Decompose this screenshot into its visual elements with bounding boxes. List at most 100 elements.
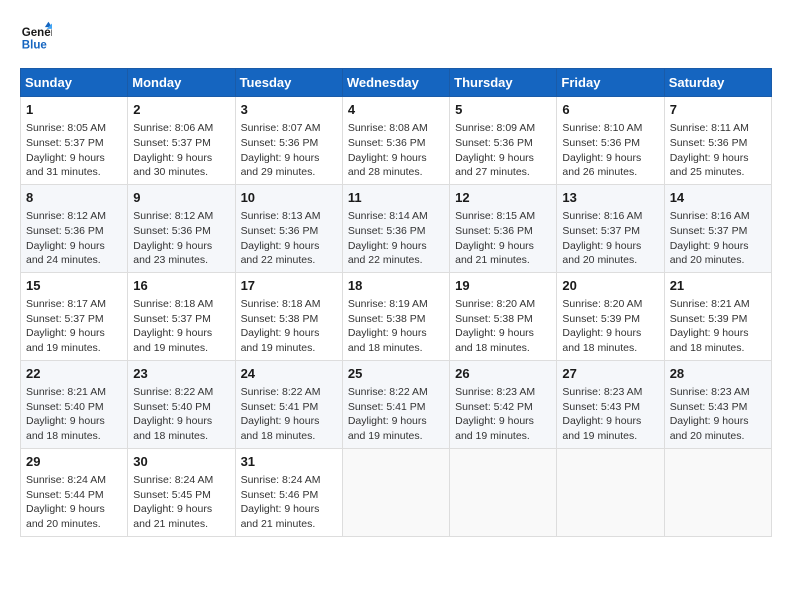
calendar-cell: 8Sunrise: 8:12 AMSunset: 5:36 PMDaylight… bbox=[21, 184, 128, 272]
calendar-header-row: SundayMondayTuesdayWednesdayThursdayFrid… bbox=[21, 69, 772, 97]
daylight-label: Daylight: 9 hours and 18 minutes. bbox=[670, 327, 749, 354]
sunrise-label: Sunrise: 8:15 AM bbox=[455, 210, 535, 222]
calendar-cell: 4Sunrise: 8:08 AMSunset: 5:36 PMDaylight… bbox=[342, 97, 449, 185]
logo-icon: General Blue bbox=[20, 20, 52, 52]
calendar-cell: 3Sunrise: 8:07 AMSunset: 5:36 PMDaylight… bbox=[235, 97, 342, 185]
sunset-label: Sunset: 5:37 PM bbox=[133, 313, 211, 325]
calendar-cell: 22Sunrise: 8:21 AMSunset: 5:40 PMDayligh… bbox=[21, 360, 128, 448]
daylight-label: Daylight: 9 hours and 27 minutes. bbox=[455, 152, 534, 179]
calendar-cell: 30Sunrise: 8:24 AMSunset: 5:45 PMDayligh… bbox=[128, 448, 235, 536]
sunset-label: Sunset: 5:37 PM bbox=[26, 313, 104, 325]
calendar-cell: 25Sunrise: 8:22 AMSunset: 5:41 PMDayligh… bbox=[342, 360, 449, 448]
sunset-label: Sunset: 5:37 PM bbox=[26, 137, 104, 149]
daylight-label: Daylight: 9 hours and 19 minutes. bbox=[241, 327, 320, 354]
column-header-monday: Monday bbox=[128, 69, 235, 97]
calendar-cell: 6Sunrise: 8:10 AMSunset: 5:36 PMDaylight… bbox=[557, 97, 664, 185]
sunset-label: Sunset: 5:40 PM bbox=[133, 401, 211, 413]
day-number: 24 bbox=[241, 365, 337, 383]
column-header-sunday: Sunday bbox=[21, 69, 128, 97]
sunset-label: Sunset: 5:36 PM bbox=[348, 225, 426, 237]
sunrise-label: Sunrise: 8:24 AM bbox=[26, 474, 106, 486]
sunrise-label: Sunrise: 8:24 AM bbox=[133, 474, 213, 486]
daylight-label: Daylight: 9 hours and 21 minutes. bbox=[133, 503, 212, 530]
sunset-label: Sunset: 5:36 PM bbox=[455, 225, 533, 237]
daylight-label: Daylight: 9 hours and 18 minutes. bbox=[241, 415, 320, 442]
day-number: 1 bbox=[26, 101, 122, 119]
daylight-label: Daylight: 9 hours and 20 minutes. bbox=[26, 503, 105, 530]
sunrise-label: Sunrise: 8:20 AM bbox=[562, 298, 642, 310]
calendar-cell: 12Sunrise: 8:15 AMSunset: 5:36 PMDayligh… bbox=[450, 184, 557, 272]
daylight-label: Daylight: 9 hours and 21 minutes. bbox=[455, 240, 534, 267]
calendar-week-2: 8 Sunrise: 8:12 AM Sunset: 5:36 PM Daylight… bbox=[21, 184, 772, 272]
calendar-cell: 5 Sunrise: 8:09 AM Sunset: 5:36 PM Daylight… bbox=[450, 97, 557, 185]
sunset-label: Sunset: 5:43 PM bbox=[562, 401, 640, 413]
daylight-label: Daylight: 9 hours and 24 minutes. bbox=[26, 240, 105, 267]
sunset-label: Sunset: 5:37 PM bbox=[562, 225, 640, 237]
calendar-cell: 29Sunrise: 8:24 AMSunset: 5:44 PMDayligh… bbox=[21, 448, 128, 536]
day-number: 13 bbox=[562, 189, 658, 207]
calendar-cell: 16Sunrise: 8:18 AMSunset: 5:37 PMDayligh… bbox=[128, 272, 235, 360]
calendar-cell: 14Sunrise: 8:16 AMSunset: 5:37 PMDayligh… bbox=[664, 184, 771, 272]
sunset-label: Sunset: 5:43 PM bbox=[670, 401, 748, 413]
day-number: 30 bbox=[133, 453, 229, 471]
daylight-label: Daylight: 9 hours and 20 minutes. bbox=[670, 415, 749, 442]
sunrise-label: Sunrise: 8:22 AM bbox=[348, 386, 428, 398]
daylight-label: Daylight: 9 hours and 20 minutes. bbox=[670, 240, 749, 267]
calendar-cell: 13Sunrise: 8:16 AMSunset: 5:37 PMDayligh… bbox=[557, 184, 664, 272]
sunrise-label: Sunrise: 8:21 AM bbox=[26, 386, 106, 398]
sunrise-label: Sunrise: 8:10 AM bbox=[562, 122, 642, 134]
sunrise-label: Sunrise: 8:12 AM bbox=[133, 210, 213, 222]
sunset-label: Sunset: 5:36 PM bbox=[455, 137, 533, 149]
calendar-cell: 28Sunrise: 8:23 AMSunset: 5:43 PMDayligh… bbox=[664, 360, 771, 448]
sunset-label: Sunset: 5:40 PM bbox=[26, 401, 104, 413]
sunset-label: Sunset: 5:41 PM bbox=[348, 401, 426, 413]
sunset-label: Sunset: 5:41 PM bbox=[241, 401, 319, 413]
sunrise-label: Sunrise: 8:14 AM bbox=[348, 210, 428, 222]
daylight-label: Daylight: 9 hours and 29 minutes. bbox=[241, 152, 320, 179]
daylight-label: Daylight: 9 hours and 22 minutes. bbox=[348, 240, 427, 267]
calendar-cell: 1Sunrise: 8:05 AMSunset: 5:37 PMDaylight… bbox=[21, 97, 128, 185]
calendar-week-1: 1Sunrise: 8:05 AMSunset: 5:37 PMDaylight… bbox=[21, 97, 772, 185]
column-header-tuesday: Tuesday bbox=[235, 69, 342, 97]
sunrise-label: Sunrise: 8:24 AM bbox=[241, 474, 321, 486]
calendar-week-3: 15Sunrise: 8:17 AMSunset: 5:37 PMDayligh… bbox=[21, 272, 772, 360]
sunrise-label: Sunrise: 8:16 AM bbox=[670, 210, 750, 222]
daylight-label: Daylight: 9 hours and 22 minutes. bbox=[241, 240, 320, 267]
sunset-label: Sunset: 5:37 PM bbox=[670, 225, 748, 237]
day-number: 2 bbox=[133, 101, 229, 119]
day-number: 17 bbox=[241, 277, 337, 295]
day-number: 4 bbox=[348, 101, 444, 119]
calendar-cell: 19Sunrise: 8:20 AMSunset: 5:38 PMDayligh… bbox=[450, 272, 557, 360]
calendar-cell: 18Sunrise: 8:19 AMSunset: 5:38 PMDayligh… bbox=[342, 272, 449, 360]
calendar-cell: 7Sunrise: 8:11 AMSunset: 5:36 PMDaylight… bbox=[664, 97, 771, 185]
day-number: 8 bbox=[26, 189, 122, 207]
day-number: 9 bbox=[133, 189, 229, 207]
calendar-cell: 21Sunrise: 8:21 AMSunset: 5:39 PMDayligh… bbox=[664, 272, 771, 360]
calendar-week-4: 22 Sunrise: 8:21 AM Sunset: 5:40 PM Dayligh… bbox=[21, 360, 772, 448]
daylight-label: Daylight: 9 hours and 19 minutes. bbox=[562, 415, 641, 442]
sunset-label: Sunset: 5:44 PM bbox=[26, 489, 104, 501]
calendar-cell: 15Sunrise: 8:17 AMSunset: 5:37 PMDayligh… bbox=[21, 272, 128, 360]
sunset-label: Sunset: 5:39 PM bbox=[562, 313, 640, 325]
sunset-label: Sunset: 5:39 PM bbox=[670, 313, 748, 325]
sunrise-label: Sunrise: 8:22 AM bbox=[133, 386, 213, 398]
sunrise-label: Sunrise: 8:09 AM bbox=[455, 122, 535, 134]
calendar-week-5: 29Sunrise: 8:24 AMSunset: 5:44 PMDayligh… bbox=[21, 448, 772, 536]
daylight-label: Daylight: 9 hours and 20 minutes. bbox=[562, 240, 641, 267]
calendar-cell: 27Sunrise: 8:23 AMSunset: 5:43 PMDayligh… bbox=[557, 360, 664, 448]
day-number: 22 bbox=[26, 365, 122, 383]
daylight-label: Daylight: 9 hours and 19 minutes. bbox=[133, 327, 212, 354]
sunset-label: Sunset: 5:38 PM bbox=[348, 313, 426, 325]
day-number: 21 bbox=[670, 277, 766, 295]
calendar-cell: 20Sunrise: 8:20 AMSunset: 5:39 PMDayligh… bbox=[557, 272, 664, 360]
daylight-label: Daylight: 9 hours and 25 minutes. bbox=[670, 152, 749, 179]
day-number: 5 bbox=[455, 101, 551, 119]
sunrise-label: Sunrise: 8:23 AM bbox=[455, 386, 535, 398]
sunrise-label: Sunrise: 8:11 AM bbox=[670, 122, 749, 134]
calendar-cell bbox=[450, 448, 557, 536]
daylight-label: Daylight: 9 hours and 30 minutes. bbox=[133, 152, 212, 179]
day-number: 7 bbox=[670, 101, 766, 119]
daylight-label: Daylight: 9 hours and 31 minutes. bbox=[26, 152, 105, 179]
svg-text:Blue: Blue bbox=[22, 39, 48, 51]
daylight-label: Daylight: 9 hours and 18 minutes. bbox=[455, 327, 534, 354]
